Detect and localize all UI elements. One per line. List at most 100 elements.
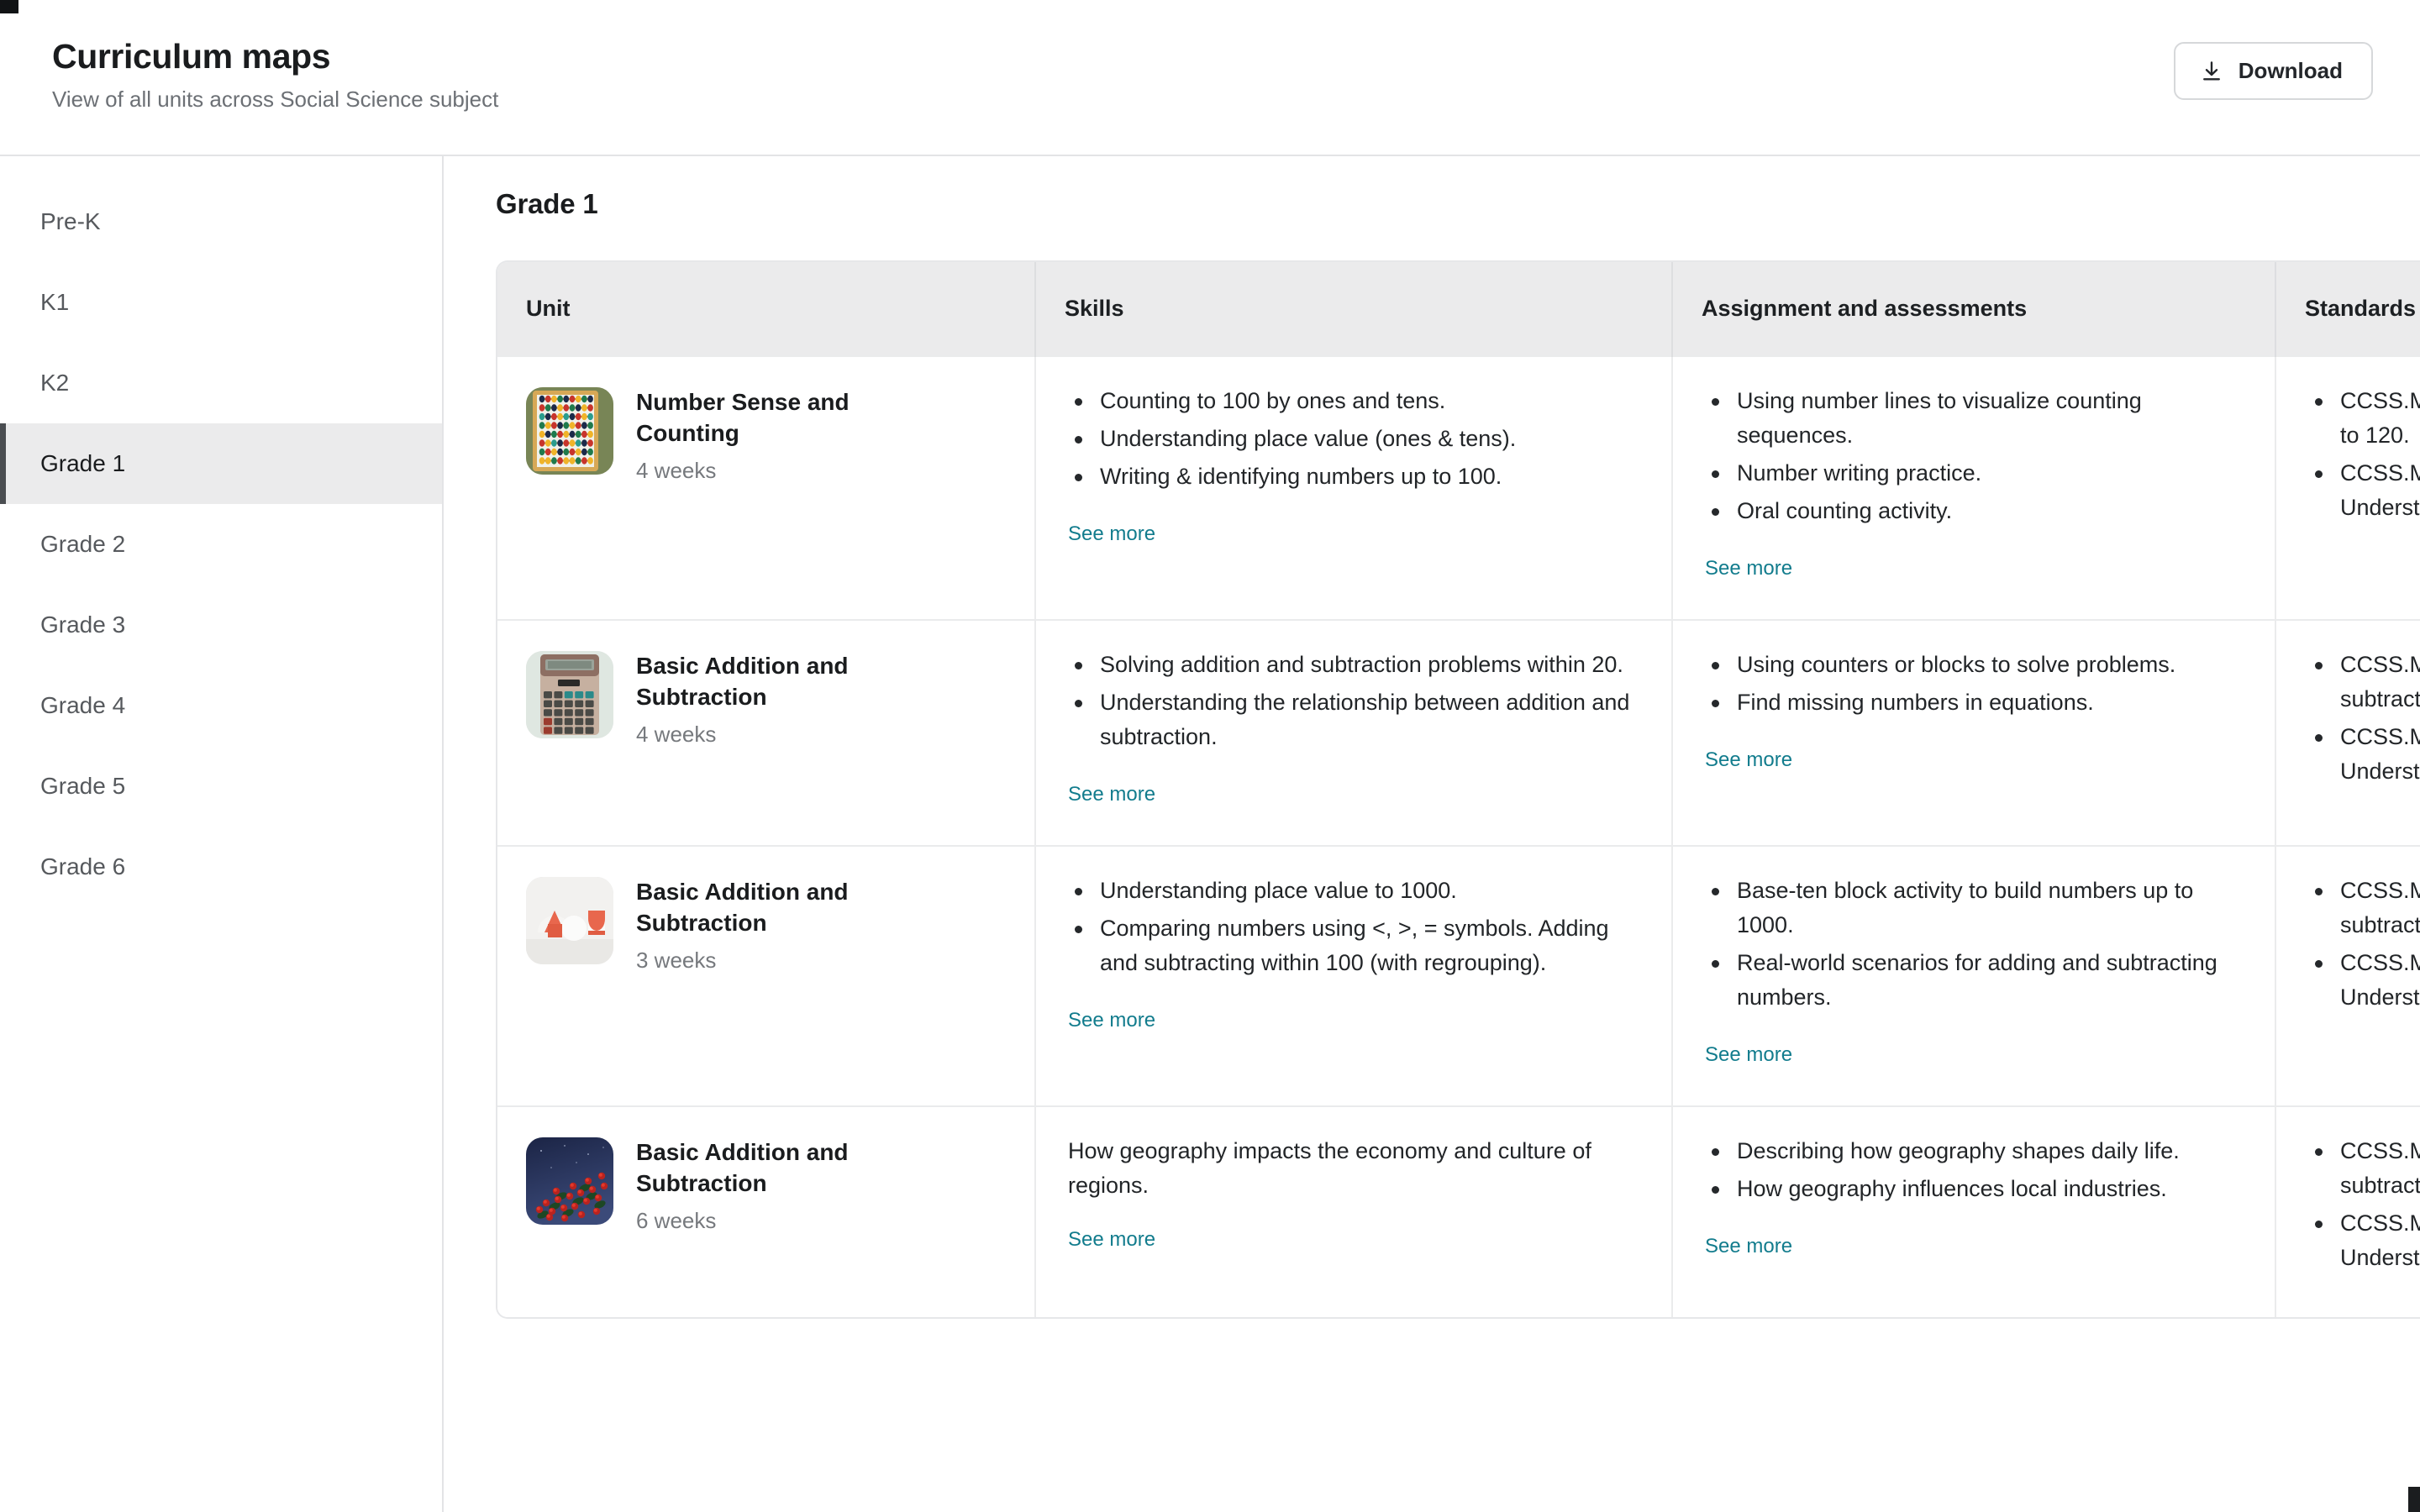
skills-see-more-link[interactable]: See more: [1068, 783, 1155, 806]
sidebar-item-k1[interactable]: K1: [0, 262, 442, 343]
table-header-row: Unit Skills Assignment and assessments S…: [497, 262, 2420, 356]
sidebar-item-grade-2[interactable]: Grade 2: [0, 504, 442, 585]
assignment-item: Describing how geography shapes daily li…: [1705, 1134, 2236, 1168]
header-text-block: Curriculum maps View of all units across…: [52, 38, 499, 113]
standards-list: CCSS.MATH.CONTENT.1.OA.A.1 Add and subtr…: [2308, 874, 2420, 1015]
download-button-label: Download: [2238, 58, 2343, 83]
skills-see-more-link[interactable]: See more: [1068, 522, 1155, 546]
sidebar-item-grade-6[interactable]: Grade 6: [0, 827, 442, 907]
flowers-night-thumbnail: [526, 1137, 613, 1226]
abacus-thumbnail: [526, 387, 613, 475]
sidebar-item-label: K1: [40, 289, 70, 315]
assignment-item: Using counters or blocks to solve proble…: [1705, 648, 2236, 682]
standards-cell: CCSS.MATH.CONTENT.1.OA.A.1 Add and subtr…: [2275, 619, 2420, 847]
assignment-list: Using counters or blocks to solve proble…: [1705, 648, 2236, 720]
standard-item: CCSS.MATH.CONTENT.1.OA.D.8 Understand th…: [2308, 1206, 2420, 1275]
unit-cell: Basic Addition and Subtraction 6 weeks: [497, 1105, 1036, 1318]
page-header: Curriculum maps View of all units across…: [0, 0, 2420, 156]
download-icon: [2199, 59, 2224, 84]
main-content: Grade 1 Unit Skills Assignment and asses…: [444, 156, 2420, 1512]
curriculum-table: Unit Skills Assignment and assessments S…: [497, 262, 2420, 1318]
standards-list: CCSS.MATH.CONTENT.1.OA.A.1 Add and subtr…: [2308, 648, 2420, 789]
standards-list: CCSS.MATH.CONTENT.1.NBT.A.1 Count to 120…: [2308, 384, 2420, 525]
skills-cell: Solving addition and subtraction problem…: [1035, 619, 1673, 847]
skill-item: Writing & identifying numbers up to 100.: [1068, 459, 1633, 494]
skills-see-more-link[interactable]: See more: [1068, 1228, 1155, 1252]
table-row[interactable]: Basic Addition and Subtraction 4 weeks Sol…: [497, 619, 2420, 847]
curriculum-maps-page: Curriculum maps View of all units across…: [0, 0, 2420, 1512]
skill-item: Understanding the relationship between a…: [1068, 685, 1633, 754]
assignment-item: Number writing practice.: [1705, 456, 2236, 491]
skill-item: Comparing numbers using <, >, = symbols.…: [1068, 911, 1633, 980]
page-body: Pre-K K1 K2 Grade 1 Grade 2 Grade 3 Grade 4 Gra…: [0, 156, 2420, 1512]
calculator-thumbnail: [526, 651, 613, 739]
assignment-item: How geography influences local industrie…: [1705, 1172, 2236, 1206]
unit-cell: Number Sense and Counting 4 weeks: [497, 354, 1036, 621]
grade-heading: Grade 1: [496, 188, 598, 219]
curriculum-table-container: Unit Skills Assignment and assessments S…: [496, 260, 2420, 1320]
sidebar-item-grade-3[interactable]: Grade 3: [0, 585, 442, 665]
sidebar-item-grade-4[interactable]: Grade 4: [0, 665, 442, 746]
sidebar-item-label: K2: [40, 370, 70, 396]
sidebar-item-label: Grade 5: [40, 773, 126, 799]
assignment-cell: Base-ten block activity to build numbers…: [1672, 845, 2276, 1107]
assignment-list: Using number lines to visualize counting…: [1705, 384, 2236, 528]
assignment-see-more-link[interactable]: See more: [1705, 557, 1792, 580]
window-corner-mark-bottom-right: [2408, 1487, 2420, 1512]
assignment-see-more-link[interactable]: See more: [1705, 748, 1792, 772]
standard-item: CCSS.MATH.CONTENT.1.OA.D.8 Understand th…: [2308, 720, 2420, 789]
standard-item: CCSS.MATH.CONTENT.1.OA.D.8 Understand th…: [2308, 946, 2420, 1015]
sidebar-item-label: Grade 6: [40, 853, 126, 879]
assignment-see-more-link[interactable]: See more: [1705, 1043, 1792, 1067]
skills-cell: How geography impacts the economy and cu…: [1035, 1105, 1673, 1318]
assignment-item: Oral counting activity.: [1705, 494, 2236, 528]
unit-title: Basic Addition and Subtraction: [636, 879, 849, 937]
assignment-cell: Describing how geography shapes daily li…: [1672, 1105, 2276, 1318]
standard-item: CCSS.MATH.CONTENT.1.OA.A.1 Add and subtr…: [2308, 648, 2420, 717]
sidebar-item-label: Grade 3: [40, 612, 126, 638]
grade-sidebar: Pre-K K1 K2 Grade 1 Grade 2 Grade 3 Grade 4 Gra…: [0, 156, 444, 1512]
skill-item: Solving addition and subtraction problem…: [1068, 648, 1633, 682]
sidebar-item-pre-k[interactable]: Pre-K: [0, 181, 442, 262]
table-header: Unit Skills Assignment and assessments S…: [497, 262, 2420, 356]
assignment-cell: Using counters or blocks to solve proble…: [1672, 619, 2276, 847]
page-subtitle: View of all units across Social Science …: [52, 87, 499, 113]
column-header-skills: Skills: [1035, 262, 1673, 356]
standard-item: CCSS.MATH.CONTENT.1.NBT.A.1 Count to 120…: [2308, 384, 2420, 453]
unit-duration: 4 weeks: [636, 457, 717, 483]
unit-cell: Basic Addition and Subtraction 3 weeks: [497, 845, 1036, 1107]
assignment-list: Base-ten block activity to build numbers…: [1705, 874, 2236, 1015]
sidebar-item-grade-1[interactable]: Grade 1: [0, 423, 442, 504]
skills-list: Understanding place value to 1000. Compar…: [1068, 874, 1633, 980]
standard-item: CCSS.MATH.CONTENT.1.OA.A.1 Add and subtr…: [2308, 1134, 2420, 1203]
download-button[interactable]: Download: [2173, 42, 2373, 100]
sidebar-item-label: Grade 2: [40, 531, 126, 557]
unit-title: Basic Addition and Subtraction: [636, 1139, 849, 1197]
standard-item: CCSS.MATH.CONTENT.1.NBT.B.2 Understand p…: [2308, 456, 2420, 525]
column-header-standards: Standards: [2275, 262, 2420, 356]
unit-duration: 3 weeks: [636, 948, 717, 974]
skill-item: Counting to 100 by ones and tens.: [1068, 384, 1633, 418]
table-row[interactable]: Basic Addition and Subtraction 6 weeks How…: [497, 1105, 2420, 1318]
assignment-list: Describing how geography shapes daily li…: [1705, 1134, 2236, 1206]
sidebar-item-k2[interactable]: K2: [0, 343, 442, 423]
sidebar-item-grade-5[interactable]: Grade 5: [0, 746, 442, 827]
assignment-item: Base-ten block activity to build numbers…: [1705, 874, 2236, 942]
column-header-assignment: Assignment and assessments: [1672, 262, 2276, 356]
sidebar-item-label: Pre-K: [40, 208, 101, 234]
assignment-item: Find missing numbers in equations.: [1705, 685, 2236, 720]
assignment-see-more-link[interactable]: See more: [1705, 1235, 1792, 1258]
window-corner-mark-top-left: [0, 0, 18, 13]
table-body: Number Sense and Counting 4 weeks Counting…: [497, 354, 2420, 1318]
skills-see-more-link[interactable]: See more: [1068, 1009, 1155, 1032]
unit-duration: 4 weeks: [636, 722, 717, 748]
skills-list: Counting to 100 by ones and tens. Underst…: [1068, 384, 1633, 494]
column-header-unit: Unit: [497, 262, 1036, 356]
unit-title: Basic Addition and Subtraction: [636, 653, 849, 711]
assignment-item: Real-world scenarios for adding and subt…: [1705, 946, 2236, 1015]
skills-cell: Counting to 100 by ones and tens. Underst…: [1035, 354, 1673, 621]
table-row[interactable]: Number Sense and Counting 4 weeks Counting…: [497, 354, 2420, 621]
unit-duration: 6 weeks: [636, 1208, 717, 1234]
table-row[interactable]: Basic Addition and Subtraction 3 weeks Und…: [497, 845, 2420, 1107]
assignment-item: Using number lines to visualize counting…: [1705, 384, 2236, 453]
